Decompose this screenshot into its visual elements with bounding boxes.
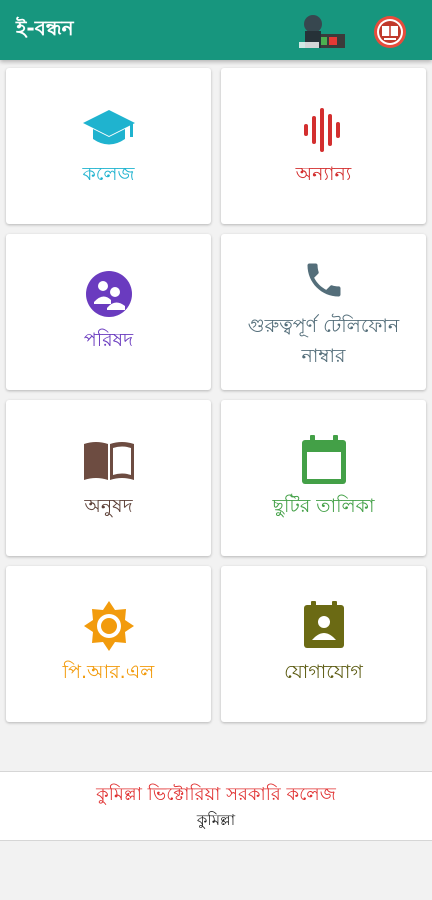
important-phone-label-line1: গুরুত্বপূর্ণ টেলিফোন (247, 315, 400, 337)
faculty-card[interactable]: অনুষদ (6, 400, 211, 556)
council-label: পরিষদ (83, 329, 134, 351)
important-phone-label-line2: নাম্বার (301, 345, 346, 367)
college-name: কুমিল্লা ভিক্টোরিয়া সরকারি কলেজ (96, 784, 336, 805)
app-bar: ই-বন্ধন (0, 0, 432, 60)
sun-icon (83, 600, 135, 656)
contact-label: যোগাযোগ (284, 661, 363, 683)
others-card[interactable]: অন্যান্য (221, 68, 426, 224)
council-card[interactable]: পরিষদ (6, 234, 211, 390)
app-title: ই-বন্ধন (16, 15, 74, 40)
district-name: কুমিল্লা (196, 811, 236, 829)
contact-icon (302, 600, 346, 654)
emblem-icon[interactable] (373, 15, 407, 49)
college-logo-icon[interactable] (295, 12, 347, 50)
group-icon (85, 270, 133, 322)
voice-waveform-icon (302, 106, 346, 158)
important-phone-numbers-card[interactable]: গুরুত্বপূর্ণ টেলিফোন নাম্বার (221, 234, 426, 390)
holiday-list-label: ছুটির তালিকা (272, 495, 375, 517)
book-icon (82, 440, 136, 486)
footer: কুমিল্লা ভিক্টোরিয়া সরকারি কলেজ কুমিল্ল… (0, 772, 432, 840)
faculty-label: অনুষদ (84, 495, 133, 517)
holiday-list-card[interactable]: ছুটির তালিকা (221, 400, 426, 556)
calendar-icon (300, 434, 348, 490)
prl-card[interactable]: পি.আর.এল (6, 566, 211, 722)
prl-label: পি.আর.এল (62, 661, 155, 683)
college-label: কলেজ (82, 163, 135, 185)
phone-icon (302, 258, 346, 306)
others-label: অন্যান্য (295, 163, 352, 185)
footer-bottom-divider (0, 840, 432, 841)
college-card[interactable]: কলেজ (6, 68, 211, 224)
graduation-cap-icon (82, 108, 136, 156)
contact-card[interactable]: যোগাযোগ (221, 566, 426, 722)
